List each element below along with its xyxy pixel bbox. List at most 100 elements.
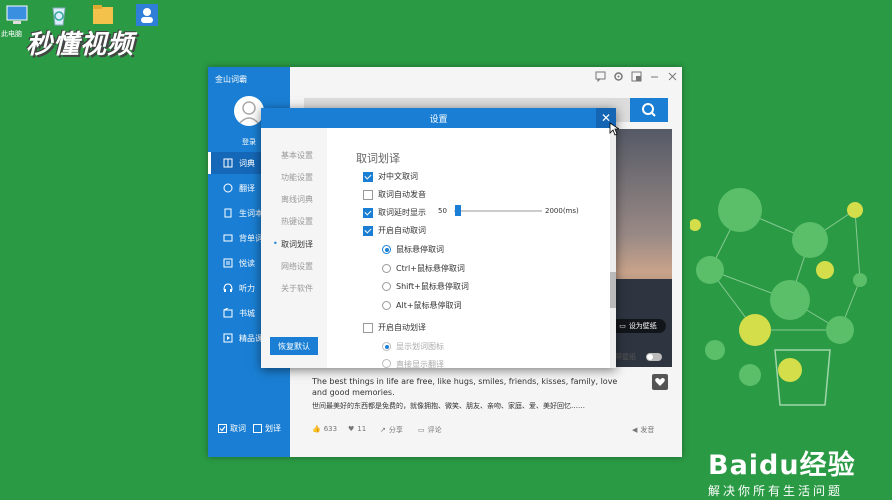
avatar[interactable] <box>234 96 264 126</box>
checkbox-icon <box>363 322 373 333</box>
daily-quote-en: The best things in life are free, like h… <box>312 377 618 397</box>
option-label: Shift+鼠标悬停取词 <box>396 282 469 291</box>
app-title: 金山词霸 <box>215 75 247 84</box>
set-wallpaper-label: 设为壁纸 <box>628 322 657 330</box>
settings-nav-about[interactable]: 关于软件 <box>281 283 313 294</box>
option-label: 鼠标悬停取词 <box>396 245 444 254</box>
option-label: 取词延时显示 <box>378 208 426 217</box>
settings-nav-features[interactable]: 功能设置 <box>281 172 313 183</box>
pronounce-label: 发音 <box>640 426 655 434</box>
option-label: 直接显示翻译 <box>396 360 444 368</box>
lock-wallpaper-toggle[interactable] <box>646 353 662 361</box>
contacts-icon[interactable] <box>134 2 160 28</box>
sidebar-item-label: 生词本 <box>239 208 263 218</box>
option-label: 开启自动取词 <box>378 226 426 235</box>
dislike-button[interactable]: ♥ 11 <box>348 425 366 433</box>
option-delay-display[interactable]: 取词延时显示 <box>363 207 426 218</box>
like-button[interactable]: 👍 633 <box>312 425 337 433</box>
settings-nav-network[interactable]: 网络设置 <box>281 261 313 272</box>
lookup-toggle-label: 取词 <box>230 424 246 433</box>
option-label: 开启自动划译 <box>378 323 426 332</box>
message-icon[interactable] <box>595 71 606 83</box>
radio-shift-hover[interactable]: Shift+鼠标悬停取词 <box>382 281 469 292</box>
minimize-icon[interactable] <box>649 71 660 82</box>
checkbox-icon <box>363 171 373 182</box>
restore-defaults-button[interactable]: 恢复默认 <box>270 337 318 355</box>
settings-nav-basic[interactable]: 基本设置 <box>281 150 313 161</box>
share-button[interactable]: ↗ 分享 <box>380 425 403 435</box>
set-wallpaper-button[interactable]: ▭ 设为壁纸 <box>610 319 666 333</box>
skin-icon[interactable] <box>631 71 642 82</box>
baidu-slogan: 解决你所有生活问题 <box>708 484 844 498</box>
radio-icon <box>382 245 391 254</box>
dialog-scroll-thumb[interactable] <box>610 272 616 308</box>
sidebar-item-label: 背单词 <box>239 233 263 243</box>
option-label: 显示划词图标 <box>396 342 444 351</box>
comment-button[interactable]: ▭ 评论 <box>418 425 442 435</box>
radio-icon <box>382 264 391 273</box>
headphones-icon <box>223 283 233 293</box>
radio-direct-show[interactable]: 直接显示翻译 <box>382 359 444 368</box>
dialog-scrollbar[interactable] <box>610 128 616 368</box>
settings-nav-hotkeys[interactable]: 热键设置 <box>281 216 313 227</box>
bookstore-icon <box>223 307 233 318</box>
sidebar-item-label: 听力 <box>239 283 255 293</box>
checkbox-icon <box>363 207 373 218</box>
close-icon[interactable] <box>667 71 678 82</box>
search-icon <box>642 103 656 117</box>
option-auto-lookup[interactable]: 开启自动取词 <box>363 225 426 236</box>
share-label: 分享 <box>388 426 403 434</box>
sidebar-item-label: 精品课 <box>239 333 263 343</box>
delay-slider-thumb[interactable] <box>454 205 461 216</box>
dialog-header: 设置 ✕ <box>261 108 616 128</box>
settings-nav-lookup[interactable]: 取词划译 <box>273 239 313 250</box>
pronounce-button[interactable]: ◀ 发音 <box>632 425 654 435</box>
gear-icon[interactable] <box>613 71 624 82</box>
settings-nav-offline[interactable]: 离线词典 <box>281 194 313 205</box>
monitor-icon: ▭ <box>619 322 626 330</box>
window-controls <box>595 71 678 83</box>
sidebar-item-label: 翻译 <box>239 183 255 193</box>
flashcard-icon <box>223 233 233 243</box>
radio-show-icon[interactable]: 显示划词图标 <box>382 341 444 352</box>
option-cn-lookup[interactable]: 对中文取词 <box>363 171 418 182</box>
delay-slider-track[interactable] <box>454 210 542 212</box>
checkbox-icon <box>363 225 373 236</box>
decorative-bulb-graphic <box>690 188 867 406</box>
dislike-count: 11 <box>357 425 367 433</box>
sidebar-item-label: 悦读 <box>239 258 255 268</box>
option-auto-pronounce[interactable]: 取词自动发音 <box>363 189 426 200</box>
book-icon <box>223 158 233 168</box>
daily-quote-cn: 世间最美好的东西都是免费的，就像拥抱、微笑、朋友、亲吻、家庭、爱、美好回忆…… <box>312 402 585 410</box>
search-button[interactable] <box>630 98 668 122</box>
speaker-icon: ◀ <box>632 426 638 434</box>
radio-icon <box>382 282 391 291</box>
thumbs-up-icon: 👍 <box>312 425 321 433</box>
heart-outline-icon: ♥ <box>348 425 355 433</box>
radio-alt-hover[interactable]: Alt+鼠标悬停取词 <box>382 300 462 311</box>
login-link[interactable]: 登录 <box>242 137 256 147</box>
option-label: 取词自动发音 <box>378 190 426 199</box>
reading-icon <box>223 258 233 268</box>
comment-label: 评论 <box>427 426 442 434</box>
option-label: Alt+鼠标悬停取词 <box>396 301 462 310</box>
radio-ctrl-hover[interactable]: Ctrl+鼠标悬停取词 <box>382 263 465 274</box>
section-title: 取词划译 <box>356 152 400 165</box>
sidebar-item-label: 词典 <box>239 158 255 168</box>
mouse-cursor-icon <box>609 122 619 136</box>
video-watermark: 秒懂视频 <box>26 30 135 60</box>
heart-icon <box>655 378 665 386</box>
sidebar-item-label: 书城 <box>239 308 255 318</box>
settings-nav: 基本设置 功能设置 离线词典 热键设置 取词划译 网络设置 关于软件 恢复默认 <box>261 128 327 368</box>
like-count: 633 <box>323 425 338 433</box>
checkbox-icon <box>253 424 262 433</box>
radio-mouse-hover[interactable]: 鼠标悬停取词 <box>382 244 444 255</box>
checkbox-icon <box>363 189 373 200</box>
radio-icon <box>382 342 391 351</box>
play-icon <box>223 333 233 343</box>
lookup-toggle[interactable]: 取词 <box>218 423 246 434</box>
favorite-button[interactable] <box>652 374 668 390</box>
radio-icon <box>382 301 391 310</box>
option-auto-translate[interactable]: 开启自动划译 <box>363 322 426 333</box>
translate-toggle[interactable]: 划译 <box>253 423 281 434</box>
